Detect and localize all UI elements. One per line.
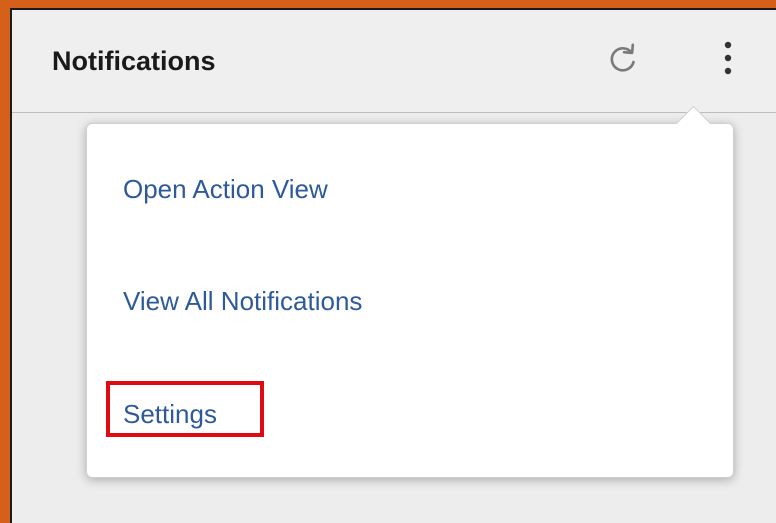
more-options-menu: Open Action View View All Notifications …: [86, 105, 734, 478]
settings-highlight-box: [106, 381, 264, 437]
menu-item-open-action-view[interactable]: Open Action View: [123, 174, 328, 205]
panel-title: Notifications: [52, 46, 216, 76]
vertical-dots-icon: [724, 41, 732, 75]
more-options-button[interactable]: [712, 36, 744, 82]
refresh-icon: [610, 43, 635, 72]
notifications-panel: Notifications Open Action View View All …: [10, 8, 776, 523]
panel-header: Notifications: [12, 10, 776, 113]
menu-item-view-all-notifications[interactable]: View All Notifications: [123, 286, 362, 317]
refresh-button[interactable]: [600, 36, 646, 82]
